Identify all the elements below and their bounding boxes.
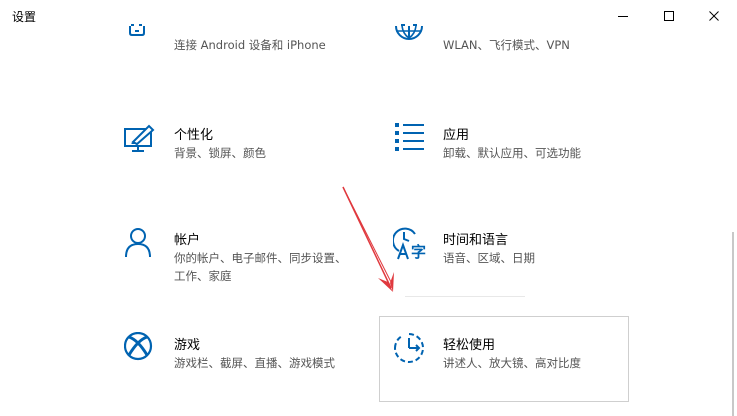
apps-list-icon	[393, 122, 427, 158]
close-button[interactable]	[691, 0, 737, 32]
tile-title: 时间和语言	[443, 233, 509, 248]
xbox-icon	[124, 332, 158, 368]
close-icon	[709, 11, 719, 21]
window-title: 设置	[12, 10, 37, 24]
settings-tile-personalization[interactable]: 个性化 背景、锁屏、颜色	[124, 122, 374, 202]
settings-tile-accounts[interactable]: 帐户 你的帐户、电子邮件、同步设置、工作、家庭	[124, 227, 374, 307]
tile-description: 背景、锁屏、颜色	[174, 146, 266, 160]
personalization-icon	[124, 122, 158, 158]
ease-of-access-icon	[393, 332, 427, 368]
tile-description: WLAN、飞行模式、VPN	[443, 38, 570, 52]
tile-title: 轻松使用	[443, 338, 496, 353]
settings-tile-network[interactable]: WLAN、飞行模式、VPN	[393, 12, 643, 92]
tile-description: 连接 Android 设备和 iPhone	[174, 38, 326, 52]
tile-title: 应用	[443, 128, 470, 143]
divider	[405, 296, 525, 297]
scrollbar[interactable]	[732, 232, 734, 416]
settings-tile-time-language[interactable]: 字 时间和语言 语音、区域、日期	[393, 227, 643, 307]
tile-title: 帐户	[174, 233, 201, 248]
maximize-icon	[664, 11, 674, 21]
settings-tile-ease-of-access[interactable]: 轻松使用 讲述人、放大镜、高对比度	[393, 332, 643, 412]
tile-title: 游戏	[174, 338, 201, 353]
maximize-button[interactable]	[646, 0, 692, 32]
tile-description: 语音、区域、日期	[443, 251, 535, 265]
settings-tile-apps[interactable]: 应用 卸载、默认应用、可选功能	[393, 122, 643, 202]
phone-icon	[124, 12, 158, 48]
svg-text:字: 字	[411, 243, 426, 261]
tile-description: 你的帐户、电子邮件、同步设置、工作、家庭	[174, 251, 347, 283]
tile-description: 卸载、默认应用、可选功能	[443, 146, 581, 160]
tile-description: 游戏栏、截屏、直播、游戏模式	[174, 356, 335, 370]
globe-icon	[393, 12, 427, 48]
tile-description: 讲述人、放大镜、高对比度	[443, 356, 581, 370]
time-language-icon: 字	[393, 227, 427, 263]
person-icon	[124, 227, 158, 263]
tile-title: 个性化	[174, 128, 214, 143]
settings-tile-gaming[interactable]: 游戏 游戏栏、截屏、直播、游戏模式	[124, 332, 374, 412]
settings-tile-phone[interactable]: 连接 Android 设备和 iPhone	[124, 12, 374, 92]
